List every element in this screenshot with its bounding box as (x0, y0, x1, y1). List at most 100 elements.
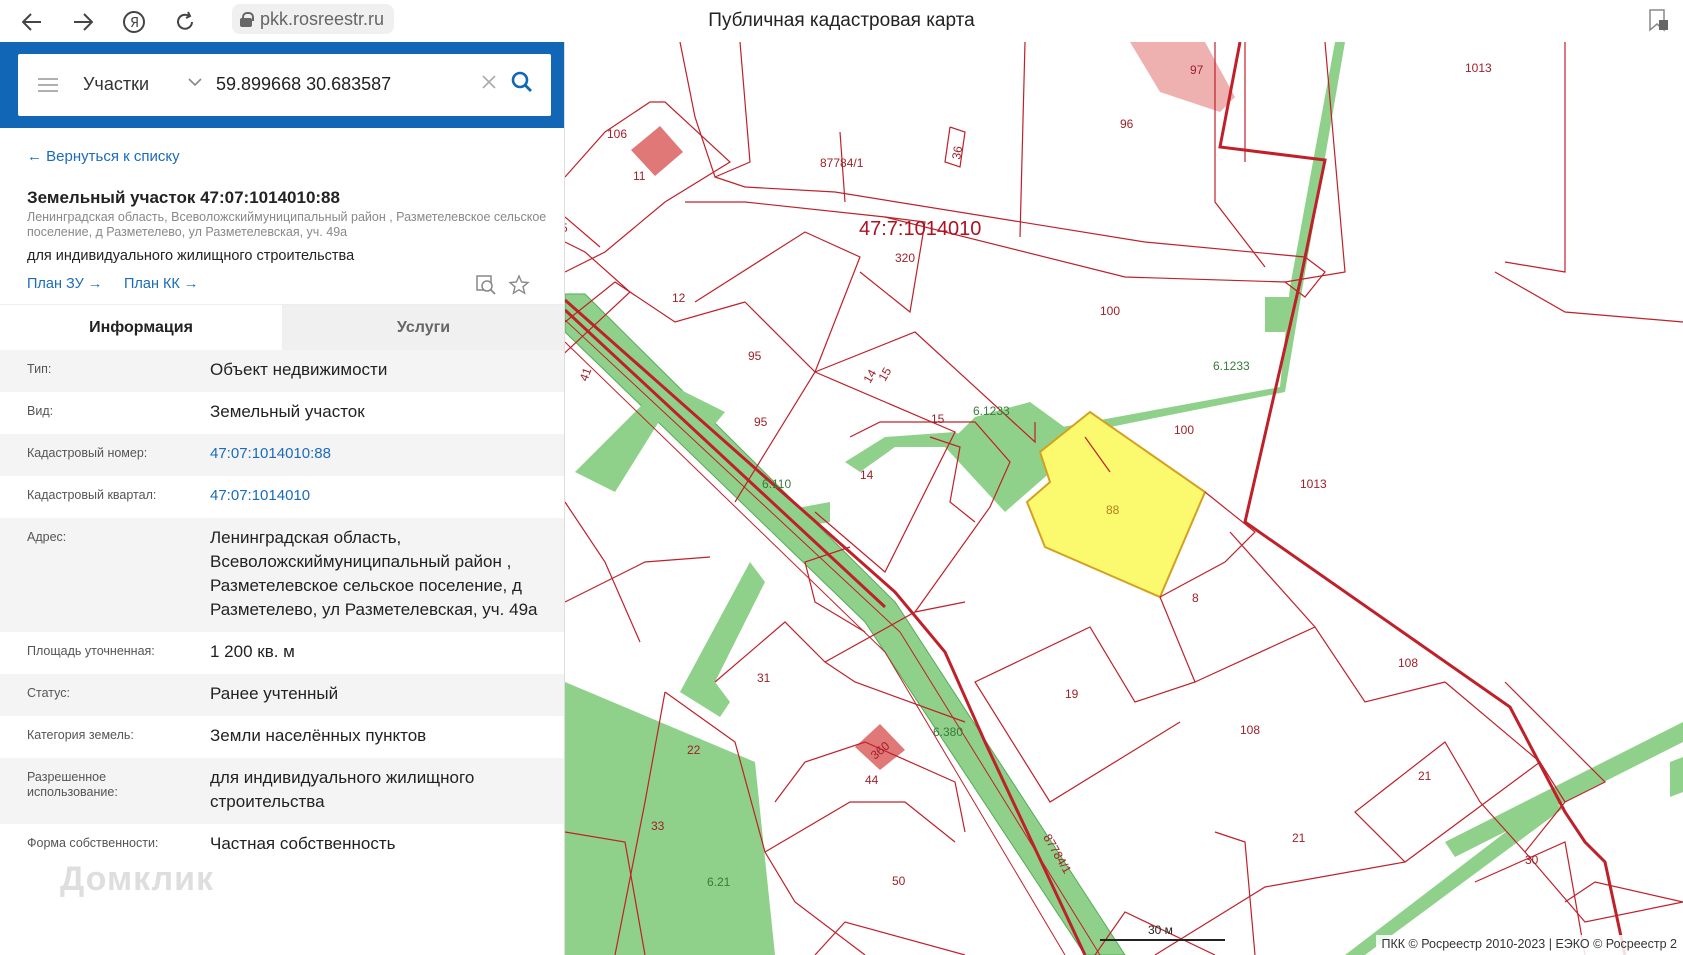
parcel-label: 15 (931, 412, 945, 426)
plan-zu-link[interactable]: План ЗУ → (27, 276, 102, 292)
parcel-label: 21 (1292, 831, 1306, 845)
quarter-label: 47:7:1014010 (859, 218, 981, 240)
chevron-down-icon[interactable] (188, 74, 202, 90)
parcel-label: 36 (949, 145, 965, 161)
search-icon[interactable] (510, 70, 536, 98)
tab-information[interactable]: Информация (0, 305, 282, 351)
parcel-label: 1013 (1465, 61, 1492, 75)
road-strip (1445, 722, 1683, 857)
info-value: Объект недвижимости (210, 360, 388, 379)
star-icon[interactable] (508, 274, 530, 296)
parcel-label: 87784/1 (820, 156, 864, 170)
info-tabs: Информация Услуги (0, 304, 564, 351)
parcel-label: 97 (1190, 63, 1204, 77)
info-panel: Участки 59.899668 30.683587 ← Вернуться … (0, 42, 565, 955)
object-permitted-use: для индивидуального жилищного строительс… (27, 248, 355, 264)
parcel-label: 15 (875, 365, 894, 384)
info-label: Форма собственности: (27, 836, 159, 850)
parcel-label: 21 (1418, 769, 1432, 783)
tab-services[interactable]: Услуги (282, 305, 564, 351)
road-strip (1670, 757, 1683, 797)
parcel-label: 100 (1100, 304, 1120, 318)
search-box: Участки 59.899668 30.683587 (18, 54, 551, 116)
info-row: Кадастровый номер: 47:07:1014010:88 (0, 434, 564, 476)
info-label: Адрес: (27, 530, 67, 544)
info-row: Вид: Земельный участок (0, 392, 564, 434)
road-strip (575, 402, 665, 492)
arrow-right-icon: → (183, 276, 199, 292)
parcel-label: 6.110 (762, 477, 791, 491)
page-title: Публичная кадастровая карта (708, 10, 975, 31)
object-title: Земельный участок 47:07:1014010:88 (27, 188, 340, 207)
parcel-label: 320 (895, 251, 915, 265)
info-label: Площадь уточненная: (27, 644, 155, 658)
object-address: Ленинградская область, Всеволожскиймуниц… (27, 210, 547, 239)
cadastral-number-link[interactable]: 47:07:1014010:88 (210, 442, 550, 466)
parcel-label: 108 (1398, 656, 1418, 670)
back-to-list-link[interactable]: ← Вернуться к списку (27, 148, 180, 165)
parcel-label: 50 (892, 874, 906, 888)
zoom-to-object-icon[interactable] (475, 274, 497, 296)
cadastral-quarter-link[interactable]: 47:07:1014010 (210, 484, 550, 508)
info-label: Разрешенное использование: (27, 770, 118, 799)
parcel-label: 12 (672, 291, 686, 305)
parcel-label: 108 (1240, 723, 1260, 737)
info-label: Вид: (27, 404, 54, 418)
info-table: Тип: Объект недвижимости Вид: Земельный … (0, 350, 564, 866)
scale-bar: 30 м (1100, 923, 1225, 941)
parcel-label: 95 (748, 349, 762, 363)
watermark: Домклик (60, 860, 215, 898)
info-label: Кадастровый квартал: (27, 488, 157, 502)
plan-zu-label: План ЗУ (27, 276, 84, 292)
search-input[interactable]: 59.899668 30.683587 (216, 74, 391, 95)
search-header: Участки 59.899668 30.683587 (0, 42, 564, 128)
arrow-right-icon: → (87, 276, 103, 292)
parcel-label: 33 (651, 819, 665, 833)
parcel-label: 95 (754, 415, 768, 429)
clear-icon[interactable] (480, 70, 498, 98)
info-value: Ленинградская область, Всеволожскиймуниц… (210, 528, 538, 619)
map-canvas[interactable]: 97 1013 106 96 36 87784/1 11 320 5 12 10… (565, 42, 1683, 955)
info-label: Статус: (27, 686, 70, 700)
parcel-label: 1013 (1300, 477, 1327, 491)
info-value: 1 200 кв. м (210, 642, 295, 661)
parcel-label: 100 (1174, 423, 1194, 437)
parcel-label: 30 (1525, 853, 1539, 867)
road-strip (680, 562, 765, 717)
browser-toolbar: Я pkk.rosreestr.ru Публичная кадастровая… (0, 0, 1683, 42)
parcel-label: 6.1233 (973, 404, 1010, 418)
info-row: Кадастровый квартал: 47:07:1014010 (0, 476, 564, 518)
scale-label: 30 м (1148, 923, 1173, 937)
parcel-label: 6.1233 (1213, 359, 1250, 373)
cadastral-map[interactable]: 97 1013 106 96 36 87784/1 11 320 5 12 10… (565, 42, 1683, 955)
layer-select[interactable]: Участки (83, 74, 149, 95)
parcel-label: 6.380 (933, 725, 963, 739)
info-label: Кадастровый номер: (27, 446, 148, 460)
parcel-label: 6.21 (707, 875, 731, 889)
parcel-label: 14 (860, 468, 874, 482)
road-strip (565, 682, 775, 955)
map-copyright: ПКК © Росреестр 2010-2023 | ЕЭКО © Росре… (1375, 935, 1683, 955)
info-row: Разрешенное использование: для индивидуа… (0, 758, 564, 824)
info-row: Статус: Ранее учтенный (0, 674, 564, 716)
parcel-label: 31 (757, 671, 771, 685)
parcel-label: 96 (1120, 117, 1134, 131)
info-row: Адрес: Ленинградская область, Всеволожск… (0, 518, 564, 632)
bookmark-icon[interactable] (1647, 8, 1669, 32)
building (1130, 42, 1235, 112)
info-row: Категория земель: Земли населённых пункт… (0, 716, 564, 758)
menu-icon[interactable] (38, 78, 58, 92)
info-row: Площадь уточненная: 1 200 кв. м (0, 632, 564, 674)
info-value: Ранее учтенный (210, 684, 339, 703)
parcel-label: 88 (1106, 503, 1120, 517)
parcel-label: 22 (687, 743, 701, 757)
parcel-label: 106 (607, 127, 627, 141)
info-value: Земли населённых пунктов (210, 726, 427, 745)
parcel-label: 8 (1192, 591, 1199, 605)
info-label: Тип: (27, 362, 52, 376)
parcel-label: 5 (565, 221, 568, 235)
parcel-label: 44 (865, 773, 879, 787)
plan-kk-link[interactable]: План КК → (124, 276, 198, 292)
info-label: Категория земель: (27, 728, 134, 742)
plan-kk-label: План КК (124, 276, 180, 292)
